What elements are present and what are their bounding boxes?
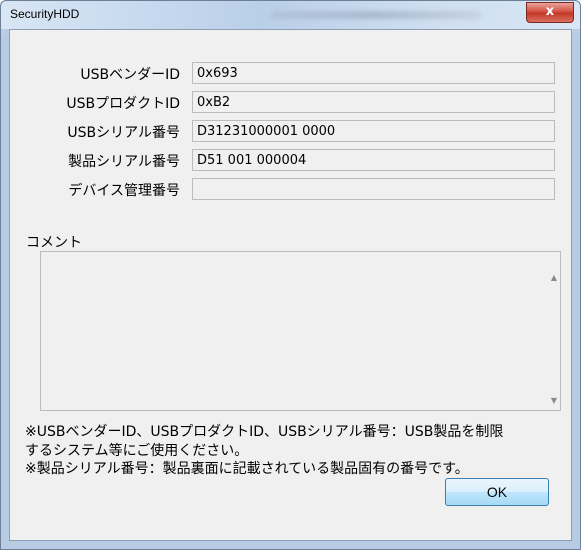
note-line-2: するシステム等にご使用ください。 <box>25 443 249 459</box>
comment-textarea[interactable] <box>40 251 561 411</box>
note-line-1: ※USBベンダーID、USBプロダクトID、USBシリアル番号：USB製品を制限 <box>25 424 504 440</box>
usb-product-id-field[interactable]: 0xB2 <box>192 91 555 113</box>
ok-button[interactable]: OK <box>445 478 549 506</box>
device-management-number-field[interactable] <box>192 178 555 200</box>
dialog-window: SecurityHDD x USBベンダーID 0x693 USBプロダクトID… <box>0 0 581 550</box>
usb-serial-number-label: USBシリアル番号 <box>67 125 180 141</box>
note-line-3: ※製品シリアル番号：製品裏面に記載されている製品固有の番号です。 <box>25 461 469 477</box>
usb-vendor-id-field[interactable]: 0x693 <box>192 62 555 84</box>
title-bar-blurred-region <box>271 11 481 19</box>
dialog-body: USBベンダーID 0x693 USBプロダクトID 0xB2 USBシリアル番… <box>9 29 572 541</box>
window-title: SecurityHDD <box>10 7 80 21</box>
product-serial-number-label: 製品シリアル番号 <box>68 154 180 170</box>
usb-vendor-id-label: USBベンダーID <box>80 67 180 83</box>
close-button[interactable]: x <box>526 2 574 23</box>
usb-product-id-label: USBプロダクトID <box>66 96 180 112</box>
title-bar[interactable]: SecurityHDD x <box>1 1 580 29</box>
usb-serial-number-field[interactable]: D31231000001 0000 <box>192 120 555 142</box>
comment-label: コメント <box>26 235 82 251</box>
product-serial-number-field[interactable]: D51 001 000004 <box>192 149 555 171</box>
device-management-number-label: デバイス管理番号 <box>68 183 180 199</box>
